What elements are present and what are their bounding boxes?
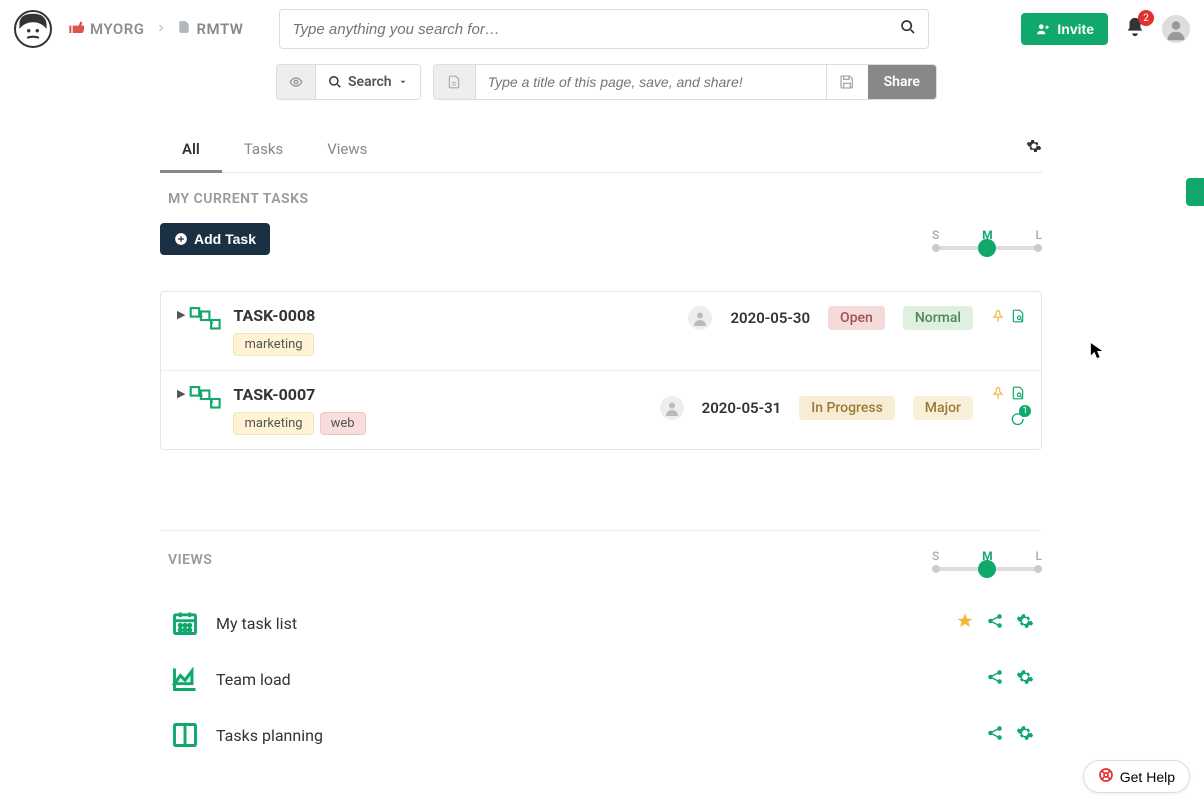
- notification-badge: 2: [1138, 10, 1154, 26]
- task-status[interactable]: In Progress: [799, 396, 895, 420]
- task-row[interactable]: ▶ TASK-0008 marketing 2020-05-30 Open No…: [161, 292, 1041, 371]
- comments-icon[interactable]: 1: [1009, 411, 1025, 431]
- pin-icon[interactable]: [991, 308, 1005, 328]
- task-date: 2020-05-30: [730, 309, 810, 327]
- view-name: My task list: [216, 614, 956, 633]
- share-button[interactable]: Share: [868, 65, 936, 99]
- header-actions: Invite 2: [1021, 13, 1190, 45]
- side-tab[interactable]: [1186, 178, 1204, 206]
- task-id: TASK-0008: [233, 306, 688, 325]
- search-dropdown-button[interactable]: Search: [315, 64, 421, 100]
- help-ring-icon: [1098, 767, 1114, 786]
- size-slider-tasks[interactable]: S M L: [932, 228, 1042, 250]
- expand-icon[interactable]: ▶: [177, 387, 185, 400]
- subtask-icon: [189, 306, 223, 338]
- app-header: MYORG RMTW Invite 2: [0, 0, 1204, 58]
- file-icon: [177, 19, 191, 39]
- task-tag[interactable]: marketing: [233, 333, 313, 356]
- task-tag[interactable]: marketing: [233, 412, 313, 435]
- share-icon[interactable]: [986, 612, 1004, 634]
- add-task-label: Add Task: [194, 231, 256, 247]
- views-list: My task list Team load Tasks planning: [160, 595, 1042, 763]
- page-toolbar: Search Share: [276, 64, 1204, 100]
- task-list: ▶ TASK-0008 marketing 2020-05-30 Open No…: [160, 291, 1042, 450]
- search-dropdown-label: Search: [348, 74, 392, 90]
- cursor-icon: [1090, 342, 1104, 364]
- visibility-search-group: Search: [276, 64, 421, 100]
- views-section-header: VIEWS S M L: [160, 530, 1042, 571]
- share-icon[interactable]: [986, 668, 1004, 690]
- pin-icon[interactable]: [991, 385, 1005, 405]
- add-task-button[interactable]: Add Task: [160, 223, 270, 255]
- global-search[interactable]: [279, 9, 929, 49]
- expand-icon[interactable]: ▶: [177, 308, 185, 321]
- assignee-avatar[interactable]: [660, 396, 684, 420]
- tabs-settings-button[interactable]: [1026, 138, 1042, 158]
- help-label: Get Help: [1120, 769, 1175, 785]
- task-id: TASK-0007: [233, 385, 659, 404]
- breadcrumb-org[interactable]: MYORG: [90, 20, 145, 38]
- assignee-avatar[interactable]: [688, 306, 712, 330]
- page-file-icon[interactable]: [434, 65, 476, 99]
- size-slider-views[interactable]: S M L: [932, 549, 1042, 571]
- gear-icon[interactable]: [1016, 612, 1034, 634]
- gear-icon[interactable]: [1016, 668, 1034, 690]
- page-title-input[interactable]: [476, 65, 826, 99]
- user-avatar[interactable]: [1162, 15, 1190, 43]
- search-icon[interactable]: [900, 19, 916, 39]
- task-priority[interactable]: Normal: [903, 306, 973, 330]
- open-doc-icon[interactable]: [1011, 308, 1025, 328]
- breadcrumb-project[interactable]: RMTW: [197, 20, 244, 38]
- main-content: All Tasks Views MY CURRENT TASKS Add Tas…: [160, 130, 1042, 763]
- tab-all[interactable]: All: [160, 130, 222, 173]
- subtask-icon: [189, 385, 223, 417]
- app-logo[interactable]: [14, 10, 52, 48]
- invite-label: Invite: [1057, 21, 1094, 37]
- content-tabs: All Tasks Views: [160, 130, 1042, 173]
- view-row[interactable]: Tasks planning: [160, 707, 1042, 763]
- calendar-icon: [168, 609, 202, 637]
- task-date: 2020-05-31: [702, 399, 782, 417]
- view-row[interactable]: Team load: [160, 651, 1042, 707]
- tab-views[interactable]: Views: [305, 130, 389, 172]
- thumb-icon: [68, 19, 84, 39]
- open-doc-icon[interactable]: [1011, 385, 1025, 405]
- get-help-button[interactable]: Get Help: [1083, 760, 1190, 793]
- visibility-button[interactable]: [276, 64, 315, 100]
- star-icon[interactable]: [956, 612, 974, 634]
- share-icon[interactable]: [986, 724, 1004, 746]
- invite-button[interactable]: Invite: [1021, 13, 1108, 45]
- task-tag[interactable]: web: [320, 412, 366, 435]
- chevron-right-icon: [155, 20, 167, 38]
- views-section-title: VIEWS: [168, 552, 212, 568]
- save-button[interactable]: [826, 65, 868, 99]
- global-search-input[interactable]: [292, 21, 900, 38]
- notifications-button[interactable]: 2: [1124, 16, 1146, 42]
- task-status[interactable]: Open: [828, 306, 885, 330]
- tasks-section-title: MY CURRENT TASKS: [168, 191, 1042, 207]
- tab-tasks[interactable]: Tasks: [222, 130, 305, 172]
- view-name: Tasks planning: [216, 726, 986, 745]
- tasks-controls: Add Task S M L: [160, 223, 1042, 255]
- task-priority[interactable]: Major: [913, 396, 973, 420]
- task-row[interactable]: ▶ TASK-0007 marketing web 2020-05-31 In …: [161, 371, 1041, 449]
- board-icon: [168, 721, 202, 749]
- view-name: Team load: [216, 670, 986, 689]
- breadcrumb: MYORG RMTW: [68, 19, 243, 39]
- chevron-down-icon: [398, 77, 408, 87]
- area-chart-icon: [168, 665, 202, 693]
- page-title-group: Share: [433, 64, 937, 100]
- gear-icon[interactable]: [1016, 724, 1034, 746]
- view-row[interactable]: My task list: [160, 595, 1042, 651]
